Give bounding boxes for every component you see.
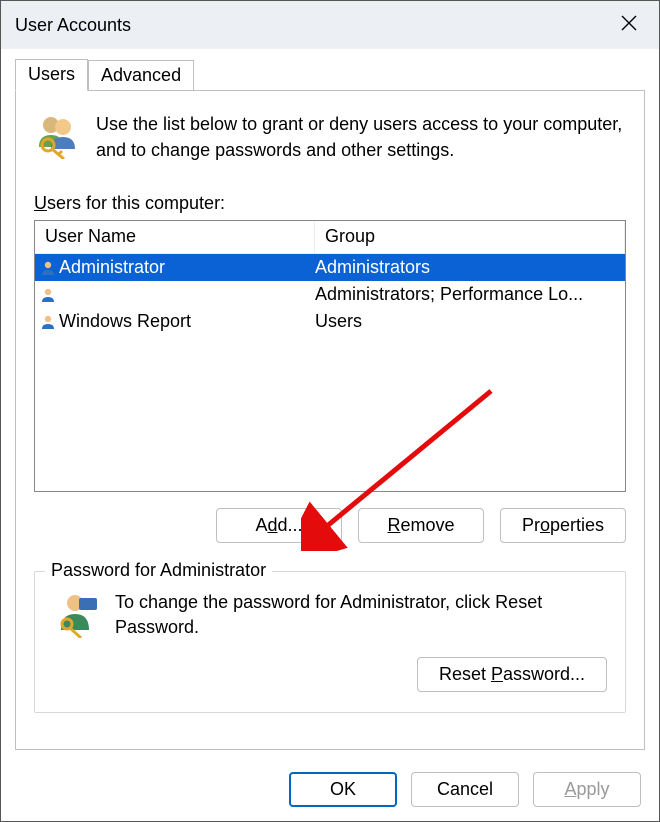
reset-password-button[interactable]: Reset Password... [417, 657, 607, 692]
column-header-username[interactable]: User Name [35, 221, 315, 253]
apply-button[interactable]: Apply [533, 772, 641, 807]
cell-group: Users [315, 311, 625, 332]
tab-area: Users Advanced Use the list b [1, 49, 659, 750]
dialog-button-row: OK Cancel Apply [289, 772, 641, 807]
column-header-group[interactable]: Group [315, 221, 625, 253]
password-groupbox: Password for Administrator To change the… [34, 571, 626, 712]
user-icon [39, 259, 57, 277]
cell-username: Windows Report [59, 311, 191, 332]
password-groupbox-legend: Password for Administrator [45, 560, 272, 581]
listview-header: User Name Group [35, 221, 625, 254]
add-button[interactable]: Add... [216, 508, 342, 543]
tab-content-users: Use the list below to grant or deny user… [15, 90, 645, 750]
user-icon [39, 286, 57, 304]
users-key-icon [34, 111, 82, 159]
tab-users[interactable]: Users [15, 59, 88, 91]
close-button[interactable] [599, 1, 659, 49]
cell-username: Administrator [59, 257, 165, 278]
users-listview[interactable]: User Name Group Administrator Administra… [34, 220, 626, 492]
cell-group: Administrators; Performance Lo... [315, 284, 625, 305]
ok-button[interactable]: OK [289, 772, 397, 807]
remove-button[interactable]: Remove [358, 508, 484, 543]
user-button-row: Add... Remove Properties [34, 508, 626, 543]
password-help-text: To change the password for Administrator… [115, 590, 607, 640]
cell-group: Administrators [315, 257, 625, 278]
intro-text: Use the list below to grant or deny user… [96, 111, 626, 163]
list-row[interactable]: Windows Report Users [35, 308, 625, 335]
title-bar: User Accounts [1, 1, 659, 49]
user-icon [39, 313, 57, 331]
list-row[interactable]: Administrator Administrators [35, 254, 625, 281]
list-row[interactable]: Administrators; Performance Lo... [35, 281, 625, 308]
users-list-label: Users for this computer: [34, 193, 626, 214]
properties-button[interactable]: Properties [500, 508, 626, 543]
tab-advanced[interactable]: Advanced [88, 60, 194, 91]
close-icon [621, 15, 637, 36]
intro-row: Use the list below to grant or deny user… [34, 111, 626, 163]
tab-strip: Users Advanced [15, 59, 645, 91]
user-key-icon [53, 590, 101, 638]
user-accounts-window: User Accounts Users Advanced [0, 0, 660, 822]
window-title: User Accounts [15, 15, 131, 36]
cancel-button[interactable]: Cancel [411, 772, 519, 807]
